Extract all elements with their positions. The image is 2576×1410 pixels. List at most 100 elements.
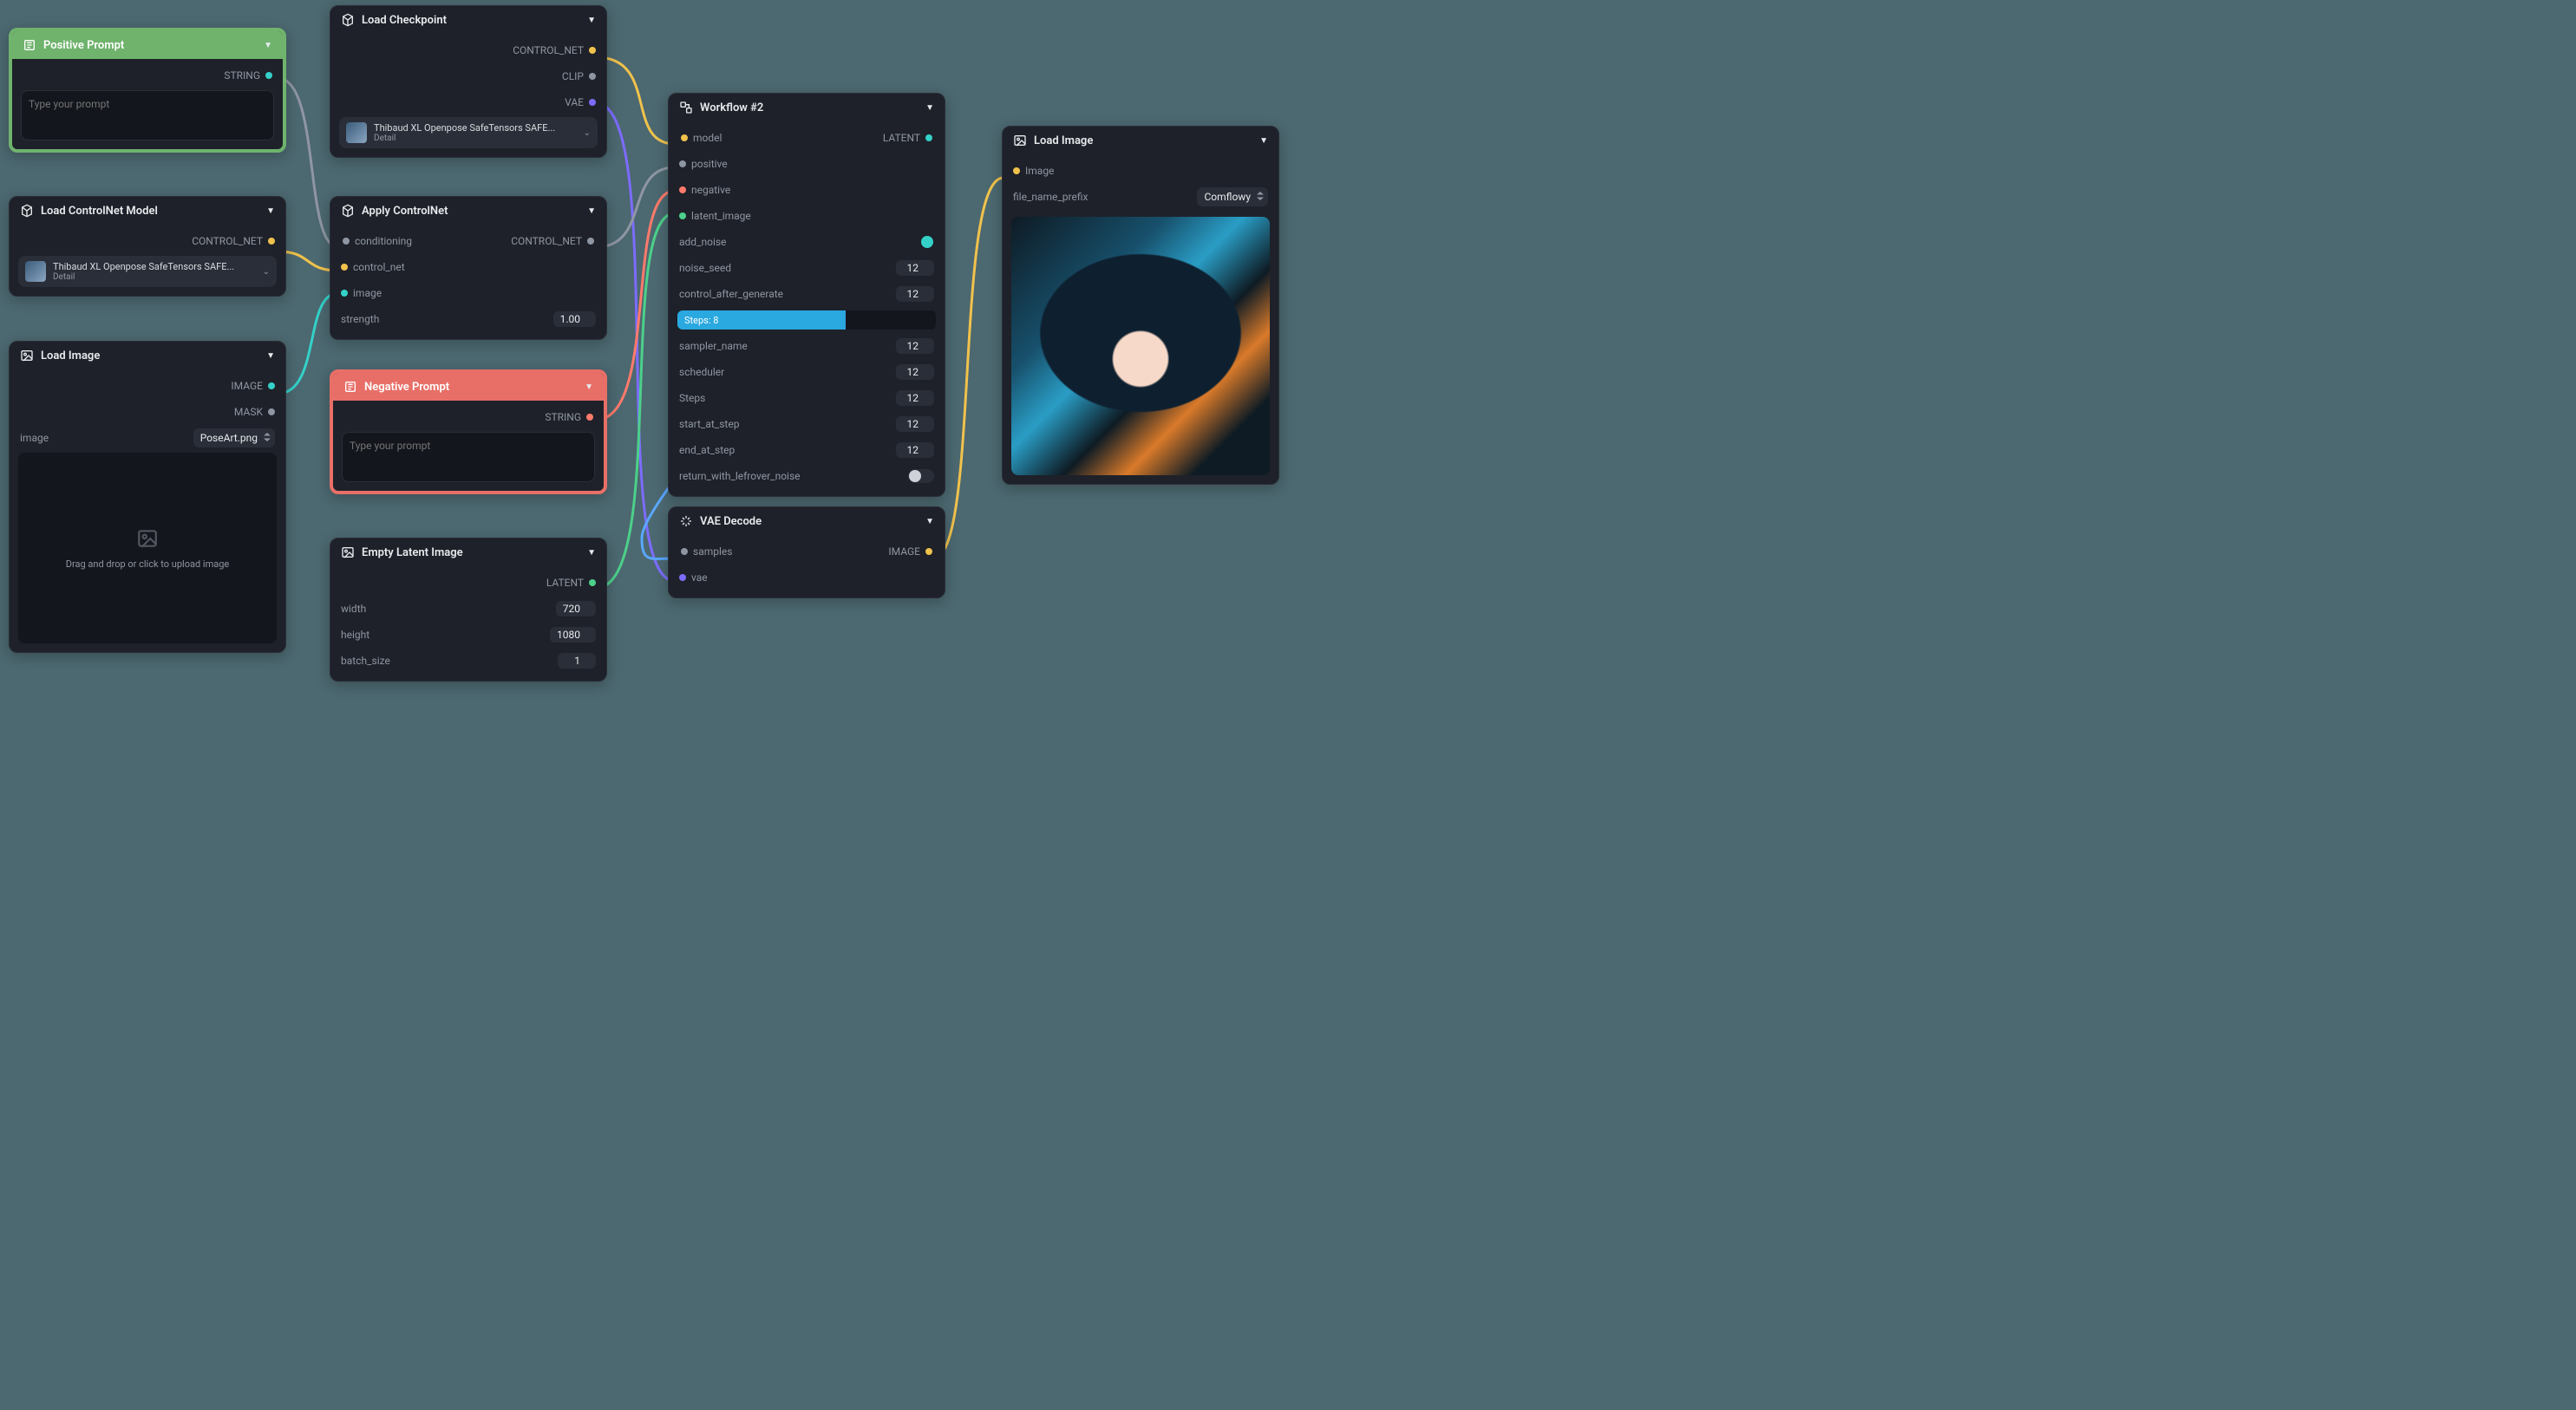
node-title: VAE Decode: [700, 515, 762, 528]
input-port-control-net[interactable]: control_net: [339, 256, 598, 278]
width-input[interactable]: 720: [556, 601, 596, 617]
input-port-image[interactable]: image: [339, 282, 598, 304]
steps-progress: Steps: 8: [677, 310, 936, 330]
end-at-step-input[interactable]: 12: [896, 442, 934, 458]
input-port-image[interactable]: Image: [1011, 160, 1270, 182]
noise-seed-input[interactable]: 12: [896, 260, 934, 276]
output-port-image[interactable]: IMAGE: [18, 375, 277, 397]
node-header[interactable]: Workflow #2 ▼: [669, 94, 945, 121]
input-port-positive[interactable]: positive: [677, 153, 936, 175]
input-port-negative[interactable]: negative: [677, 179, 936, 201]
checkpoint-selector[interactable]: Thibaud XL Openpose SafeTensors SAFE... …: [339, 117, 598, 148]
collapse-icon[interactable]: ▼: [925, 103, 934, 113]
collapse-icon[interactable]: ▼: [587, 206, 596, 216]
output-port-clip[interactable]: CLIP: [339, 65, 598, 88]
control-after-generate-input[interactable]: 12: [896, 286, 934, 302]
collapse-icon[interactable]: ▼: [925, 517, 934, 526]
node-load-image-pose[interactable]: Load Image ▼ IMAGE MASK image PoseArt.pn…: [9, 341, 286, 653]
image-file-select[interactable]: PoseArt.png: [193, 428, 275, 447]
node-header[interactable]: Negative Prompt ▼: [333, 373, 604, 401]
port-dot: [587, 238, 594, 245]
input-port-conditioning[interactable]: conditioning: [341, 230, 414, 252]
height-input[interactable]: 1080: [550, 627, 596, 643]
chevron-down-icon: ⌄: [584, 128, 591, 138]
sampler-name-input[interactable]: 12: [896, 338, 934, 354]
input-port-samples[interactable]: samples: [679, 540, 734, 563]
node-header[interactable]: VAE Decode ▼: [669, 507, 945, 535]
start-at-step-input[interactable]: 12: [896, 416, 934, 432]
node-title: Workflow #2: [700, 101, 763, 114]
sparkle-icon: [679, 514, 693, 528]
scheduler-input[interactable]: 12: [896, 364, 934, 380]
node-load-checkpoint[interactable]: Load Checkpoint ▼ CONTROL_NET CLIP VAE T…: [330, 5, 607, 158]
collapse-icon[interactable]: ▼: [587, 16, 596, 25]
node-workflow[interactable]: Workflow #2 ▼ model LATENT positive nega…: [668, 93, 945, 497]
input-port-model[interactable]: model: [679, 127, 723, 149]
output-port-controlnet[interactable]: CONTROL_NET: [18, 230, 277, 252]
output-port-controlnet[interactable]: CONTROL_NET: [339, 39, 598, 62]
file-name-prefix-select[interactable]: Comflowy: [1197, 187, 1268, 206]
node-positive-prompt[interactable]: Positive Prompt ▼ STRING: [9, 28, 286, 153]
collapse-icon[interactable]: ▼: [264, 41, 272, 50]
output-port-controlnet[interactable]: CONTROL_NET: [509, 230, 596, 252]
node-header[interactable]: Load Image ▼: [10, 342, 285, 369]
output-port-string[interactable]: STRING: [21, 64, 274, 87]
steps-input[interactable]: 12: [896, 390, 934, 406]
node-title: Load Image: [41, 349, 100, 362]
prompt-icon: [343, 380, 357, 394]
node-negative-prompt[interactable]: Negative Prompt ▼ STRING: [330, 369, 607, 494]
node-vae-decode[interactable]: VAE Decode ▼ samples IMAGE vae: [668, 506, 945, 598]
model-thumb: [346, 122, 367, 143]
node-header[interactable]: Load Checkpoint ▼: [330, 6, 606, 34]
node-header[interactable]: Positive Prompt ▼: [12, 31, 283, 59]
collapse-icon[interactable]: ▼: [585, 382, 593, 392]
output-port-string[interactable]: STRING: [342, 406, 595, 428]
return-noise-toggle[interactable]: [908, 469, 934, 483]
batch-size-input[interactable]: 1: [558, 653, 596, 669]
node-header[interactable]: Apply ControlNet ▼: [330, 197, 606, 225]
node-load-image-output[interactable]: Load Image ▼ Image file_name_prefix Comf…: [1002, 126, 1279, 485]
field-strength: strength 1.00: [339, 308, 598, 330]
positive-prompt-input[interactable]: [21, 90, 274, 140]
input-port-vae[interactable]: vae: [677, 566, 936, 589]
node-empty-latent-image[interactable]: Empty Latent Image ▼ LATENT width720 hei…: [330, 538, 607, 682]
port-dot: [589, 579, 596, 586]
workflow-icon: [679, 101, 693, 114]
strength-input[interactable]: 1.00: [553, 311, 596, 327]
node-title: Positive Prompt: [43, 39, 124, 52]
node-apply-controlnet[interactable]: Apply ControlNet ▼ conditioning CONTROL_…: [330, 196, 607, 340]
add-noise-toggle[interactable]: [908, 235, 934, 249]
image-dropzone[interactable]: Drag and drop or click to upload image: [18, 453, 277, 643]
collapse-icon[interactable]: ▼: [266, 206, 275, 216]
node-title: Negative Prompt: [364, 381, 449, 394]
image-icon: [20, 349, 34, 362]
output-port-latent[interactable]: LATENT: [881, 127, 934, 149]
output-port-mask[interactable]: MASK: [18, 401, 277, 423]
node-load-controlnet-model[interactable]: Load ControlNet Model ▼ CONTROL_NET Thib…: [9, 196, 286, 297]
model-selector[interactable]: Thibaud XL Openpose SafeTensors SAFE... …: [18, 256, 277, 287]
collapse-icon[interactable]: ▼: [266, 351, 275, 361]
port-dot: [589, 73, 596, 80]
field-image: image PoseArt.png: [18, 427, 277, 449]
node-header[interactable]: Load ControlNet Model ▼: [10, 197, 285, 225]
output-port-image[interactable]: IMAGE: [886, 540, 934, 563]
collapse-icon[interactable]: ▼: [587, 548, 596, 558]
port-dot: [589, 47, 596, 54]
node-header[interactable]: Empty Latent Image ▼: [330, 539, 606, 566]
cube-icon: [341, 204, 355, 218]
port-dot: [586, 414, 593, 421]
collapse-icon[interactable]: ▼: [1259, 136, 1268, 146]
port-dot: [268, 238, 275, 245]
prompt-icon: [23, 38, 36, 52]
input-port-latent-image[interactable]: latent_image: [677, 205, 936, 227]
output-port-latent[interactable]: LATENT: [339, 571, 598, 594]
output-port-vae[interactable]: VAE: [339, 91, 598, 114]
image-icon: [341, 545, 355, 559]
negative-prompt-input[interactable]: [342, 432, 595, 482]
node-title: Load Image: [1034, 134, 1093, 147]
port-dot: [268, 382, 275, 389]
node-header[interactable]: Load Image ▼: [1003, 127, 1278, 154]
chevron-down-icon: ⌄: [263, 267, 270, 277]
node-title: Apply ControlNet: [362, 205, 448, 218]
node-title: Load ControlNet Model: [41, 205, 158, 218]
